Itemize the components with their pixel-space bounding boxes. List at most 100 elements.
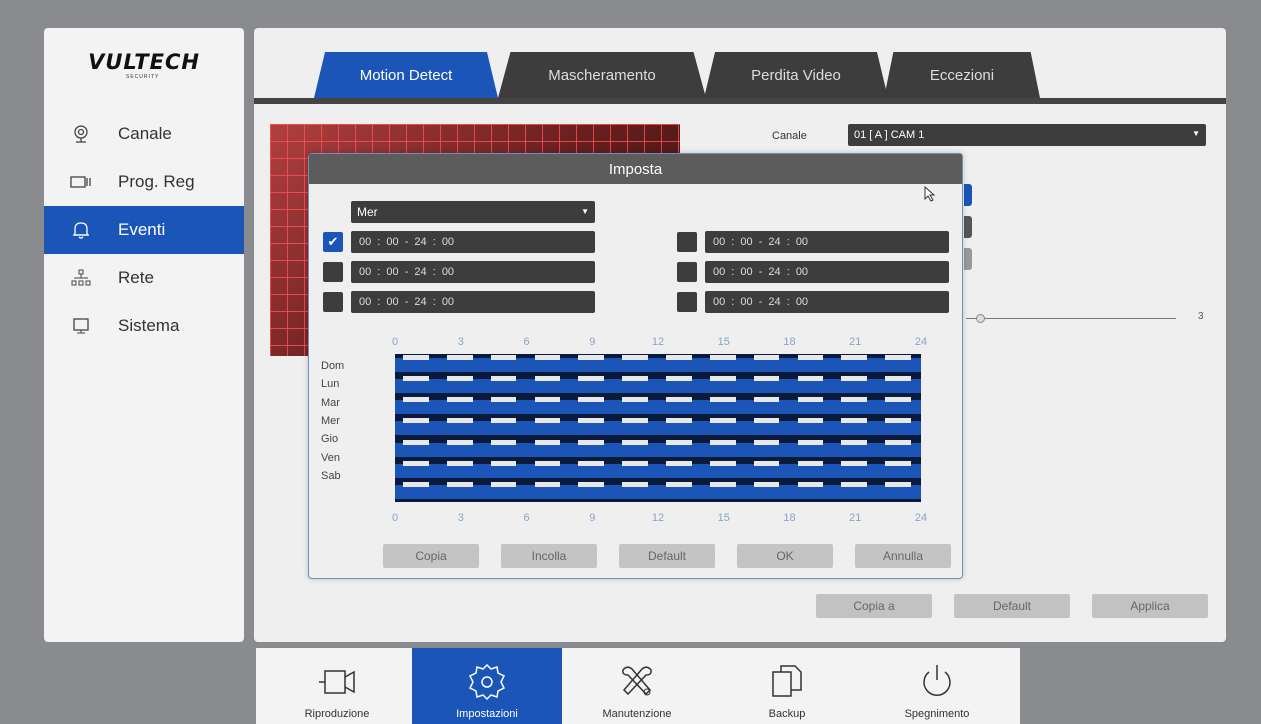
schedule-dash [490,418,517,424]
schedule-dash [753,481,780,487]
schedule-dash [709,376,736,382]
cancel-button[interactable]: Annulla [855,544,951,568]
period-time-5[interactable]: 00 : 00 - 24 : 00 [705,261,949,283]
schedule-dash [885,481,911,487]
period-time-4[interactable]: 00 : 00 - 24 : 00 [705,231,949,253]
hour-tick-label: 15 [717,336,730,348]
period-checkbox-1[interactable]: ✔ [323,232,343,252]
paste-button[interactable]: Incolla [501,544,597,568]
sidebar-item-rete[interactable]: Rete [44,254,244,302]
period-time-2[interactable]: 00 : 00 - 24 : 00 [351,261,595,283]
period-checkbox-3[interactable] [323,292,343,312]
schedule-row[interactable] [395,421,921,436]
copy-to-button[interactable]: Copia a [816,594,932,618]
schedule-row[interactable] [395,400,921,415]
schedule-dash [622,397,648,403]
period-time-3[interactable]: 00 : 00 - 24 : 00 [351,291,595,313]
check-icon: ✔ [327,234,339,249]
schedule-dash [578,397,605,403]
schedule-dash [490,460,517,466]
sidebar-item-canale[interactable]: Canale [44,110,244,158]
schedule-row[interactable] [395,358,921,372]
control-stub[interactable] [964,184,972,206]
tab-mascheramento[interactable]: Mascheramento [498,52,706,98]
schedule-dash [841,418,868,424]
schedule-dash [534,418,561,424]
schedule-dash [885,397,911,403]
schedule-dash [709,481,736,487]
default-button[interactable]: Default [619,544,715,568]
tab-perdita-video[interactable]: Perdita Video [704,52,888,98]
sidebar-item-sistema[interactable]: Sistema [44,302,244,350]
control-stub[interactable] [964,248,972,270]
settings-gear-icon [465,662,509,702]
tab-motion-detect[interactable]: Motion Detect [314,52,498,98]
hour-tick-label: 24 [914,336,928,348]
schedule-row[interactable] [395,484,921,499]
schedule-dash [666,460,692,466]
sensitivity-slider-track[interactable] [966,318,1176,319]
schedule-grid[interactable] [395,354,921,502]
schedule-dash [797,418,824,424]
schedule-dash [797,397,824,403]
copy-button[interactable]: Copia [383,544,479,568]
hour-tick-label: 12 [651,336,665,348]
hour-tick-label: 3 [457,512,464,524]
hour-tick-label: 0 [391,336,399,348]
day-label: Dom [321,360,345,372]
default-button[interactable]: Default [954,594,1070,618]
schedule-dash [578,418,605,424]
bell-icon [70,219,92,241]
schedule-row[interactable] [395,463,921,478]
dock-item-backup[interactable]: Backup [712,648,862,724]
hour-tick-label: 6 [523,336,530,348]
period-checkbox-2[interactable] [323,262,343,282]
schedule-dash [578,355,605,360]
day-label: Gio [321,433,339,446]
sidebar-item-prog-reg[interactable]: Prog. Reg [44,158,244,206]
schedule-dash [446,481,473,487]
canale-select[interactable]: 01 [ A ] CAM 1 ▼ [848,124,1206,146]
dock-item-riproduzione[interactable]: Riproduzione [262,648,412,724]
sidebar-item-eventi[interactable]: Eventi [44,206,244,254]
period-checkbox-4[interactable] [677,232,697,252]
schedule-row[interactable] [395,442,921,457]
period-time-1[interactable]: 00 : 00 - 24 : 00 [351,231,595,253]
schedule-dash [709,439,736,445]
schedule-dash [709,418,736,424]
schedule-dash [534,397,561,403]
day-select[interactable]: Mer ▼ [351,201,595,223]
period-time-6[interactable]: 00 : 00 - 24 : 00 [705,291,949,313]
schedule-dash [709,460,736,466]
dock-item-label: Impostazioni [456,708,518,720]
hour-tick-label: 9 [589,336,596,348]
schedule-dash [709,355,736,360]
schedule-dash [534,460,561,466]
monitor-icon [70,315,92,337]
schedule-dash [446,376,473,382]
schedule-dash [841,397,868,403]
schedule-dash [841,439,868,445]
period-checkbox-6[interactable] [677,292,697,312]
dock-item-manutenzione[interactable]: Manutenzione [562,648,712,724]
schedule-dash [885,376,911,382]
recorder-icon [70,171,92,193]
schedule-dash [753,439,780,445]
ok-button[interactable]: OK [737,544,833,568]
control-stub[interactable] [964,216,972,238]
schedule-dash [446,460,473,466]
day-label: Ven [321,451,340,464]
schedule-dash [490,439,517,445]
dock-item-impostazioni[interactable]: Impostazioni [412,648,562,724]
apply-button[interactable]: Applica [1092,594,1208,618]
period-checkbox-5[interactable] [677,262,697,282]
sensitivity-slider-knob[interactable] [976,314,985,323]
schedule-row[interactable] [395,379,921,394]
schedule-dash [403,376,429,382]
dock-item-label: Manutenzione [602,708,672,720]
day-label: Mar [321,396,340,409]
dock-item-spegnimento[interactable]: Spegnimento [862,648,1012,724]
sidebar-item-label: Sistema [118,316,180,335]
sensitivity-value: 3 [1198,311,1204,322]
tab-eccezioni[interactable]: Eccezioni [884,52,1040,98]
